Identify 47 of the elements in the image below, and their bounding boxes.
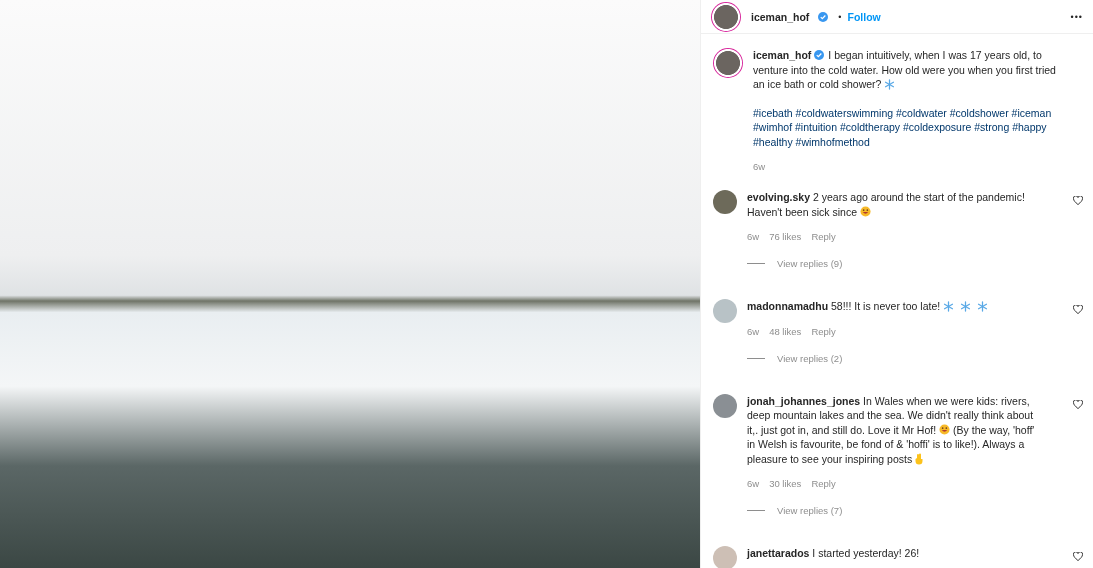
comment-time: 6w [747, 325, 760, 337]
heart-icon[interactable] [1073, 552, 1083, 561]
avatar[interactable] [713, 48, 743, 78]
hashtags[interactable]: #icebath #coldwaterswimming #coldwater #coldshower #iceman #wimhof #intuition #coldtherapy #coldexposure #strong #happy #healthy #wimhofmethod [753, 105, 1083, 149]
snowflake-icon [960, 300, 972, 312]
comment-text: janettarados I started yesterday! 26! [747, 547, 920, 560]
comment-text: (By the way, 'hoff' [953, 423, 1035, 436]
like-count: 30 likes [769, 478, 802, 489]
post-time: 6w [753, 161, 766, 172]
comment-text: jonah_johannes_jones In Wales when we were kids: rivers, [747, 394, 1030, 407]
heart-icon[interactable] [1073, 305, 1083, 314]
comment-text: evolving.sky 2 years ago around the start of the pandemic! [747, 191, 1025, 204]
comment-text: madonnamadhu 58!!! It is never too late! [747, 300, 941, 313]
comment-text: Haven't been sick since [747, 205, 857, 218]
reply-button[interactable]: Reply [811, 325, 836, 337]
heart-icon[interactable] [1073, 399, 1083, 409]
snowflake-icon [884, 78, 896, 90]
comment-time: 6w [747, 231, 760, 242]
avatar[interactable] [713, 393, 737, 418]
comment-text: in Welsh is favourite, be fond of & 'hoffi' is to like!). Always a [747, 438, 1025, 451]
view-replies-button[interactable]: View replies (9) [777, 258, 843, 269]
smiley-icon [860, 206, 871, 218]
smiley-icon [939, 424, 951, 436]
heart-icon[interactable] [1073, 196, 1083, 205]
username[interactable]: iceman_hof [751, 10, 810, 23]
view-replies-button[interactable]: View replies (2) [777, 352, 843, 364]
reply-button[interactable]: Reply [811, 478, 836, 489]
hand-icon [915, 452, 925, 465]
caption-text: I began intuitively, when I was 17 years old, to [828, 49, 1042, 62]
caption-text: an ice bath or cold shower? [753, 78, 882, 91]
view-replies-button[interactable]: View replies (7) [777, 505, 843, 516]
caption-text: venture into the cold water. How old were you when you first tried [753, 63, 1056, 76]
snowflake-icon [977, 300, 989, 312]
reply-button[interactable]: Reply [811, 231, 836, 242]
more-options-button[interactable]: ••• [1070, 11, 1083, 22]
username[interactable]: iceman_hof [753, 49, 812, 62]
comment-text: deep mountain lakes and the sea. We didn't really think about [747, 409, 1034, 422]
comment-text: pleasure to see your inspiring posts [747, 452, 913, 465]
comment-text: it,. just got in, and still do. Love it Mr Hof! [747, 423, 937, 436]
comment-time: 6w [747, 478, 760, 489]
avatar[interactable] [711, 1, 741, 32]
snowflake-icon [943, 300, 955, 312]
like-count: 48 likes [769, 325, 802, 337]
follow-button[interactable]: Follow [847, 10, 881, 23]
separator-dot: • [838, 11, 842, 22]
avatar[interactable] [713, 190, 737, 214]
like-count: 76 likes [769, 231, 802, 242]
